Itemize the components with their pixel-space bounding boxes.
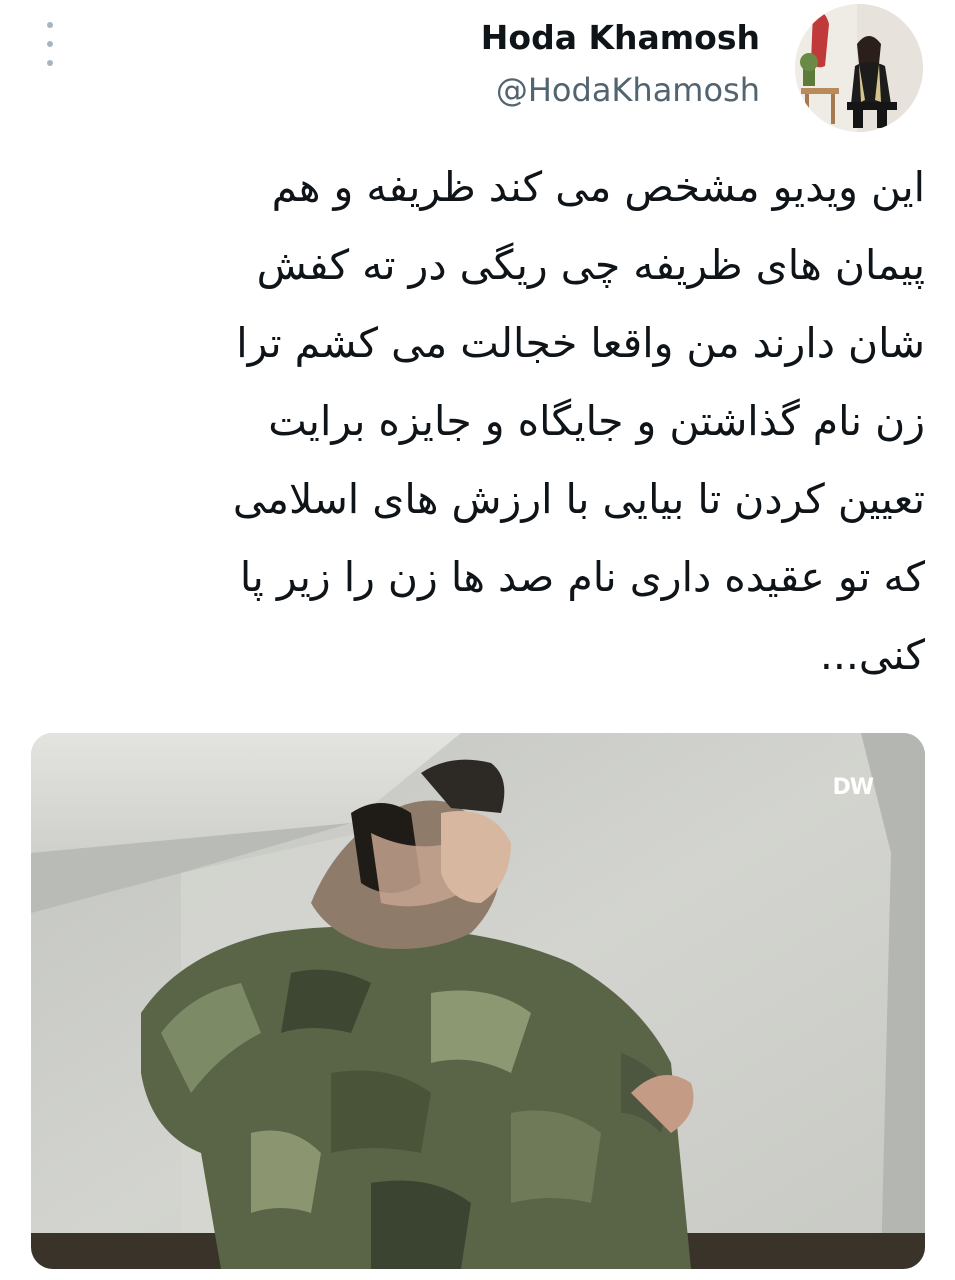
avatar[interactable]: [795, 4, 923, 132]
dw-watermark-logo: DW: [832, 775, 874, 800]
tweet-line: تعیین کردن تا بیایی با ارزش های اسلامی: [232, 475, 925, 523]
tweet-line: شان دارند من واقعا خجالت می کشم ترا: [236, 319, 925, 367]
more-dot: [47, 60, 53, 66]
author-handle[interactable]: @HodaKhamosh: [481, 64, 760, 116]
author-info: Hoda Khamosh @HodaKhamosh: [481, 12, 760, 116]
tweet-line: کنی...: [819, 631, 925, 679]
tweet-line: این ویدیو مشخص می کند ظریفه و هم: [271, 163, 925, 211]
tweet-line: زن نام گذاشتن و جایگاه و جایزه برایت: [268, 397, 925, 445]
more-options-icon[interactable]: [38, 22, 62, 66]
tweet-line: که تو عقیده داری نام صد ها زن را زیر پا: [239, 553, 925, 601]
author-display-name[interactable]: Hoda Khamosh: [481, 12, 760, 64]
tweet-text: این ویدیو مشخص می کند ظریفه و هم پیمان ه…: [40, 148, 925, 694]
more-dot: [47, 22, 53, 28]
tweet-video[interactable]: DW: [31, 733, 925, 1269]
tweet-line: پیمان های ظریفه چی ریگی در ته کفش: [256, 241, 925, 289]
avatar-image: [795, 4, 923, 132]
video-frame-image: [31, 733, 925, 1269]
more-dot: [47, 41, 53, 47]
